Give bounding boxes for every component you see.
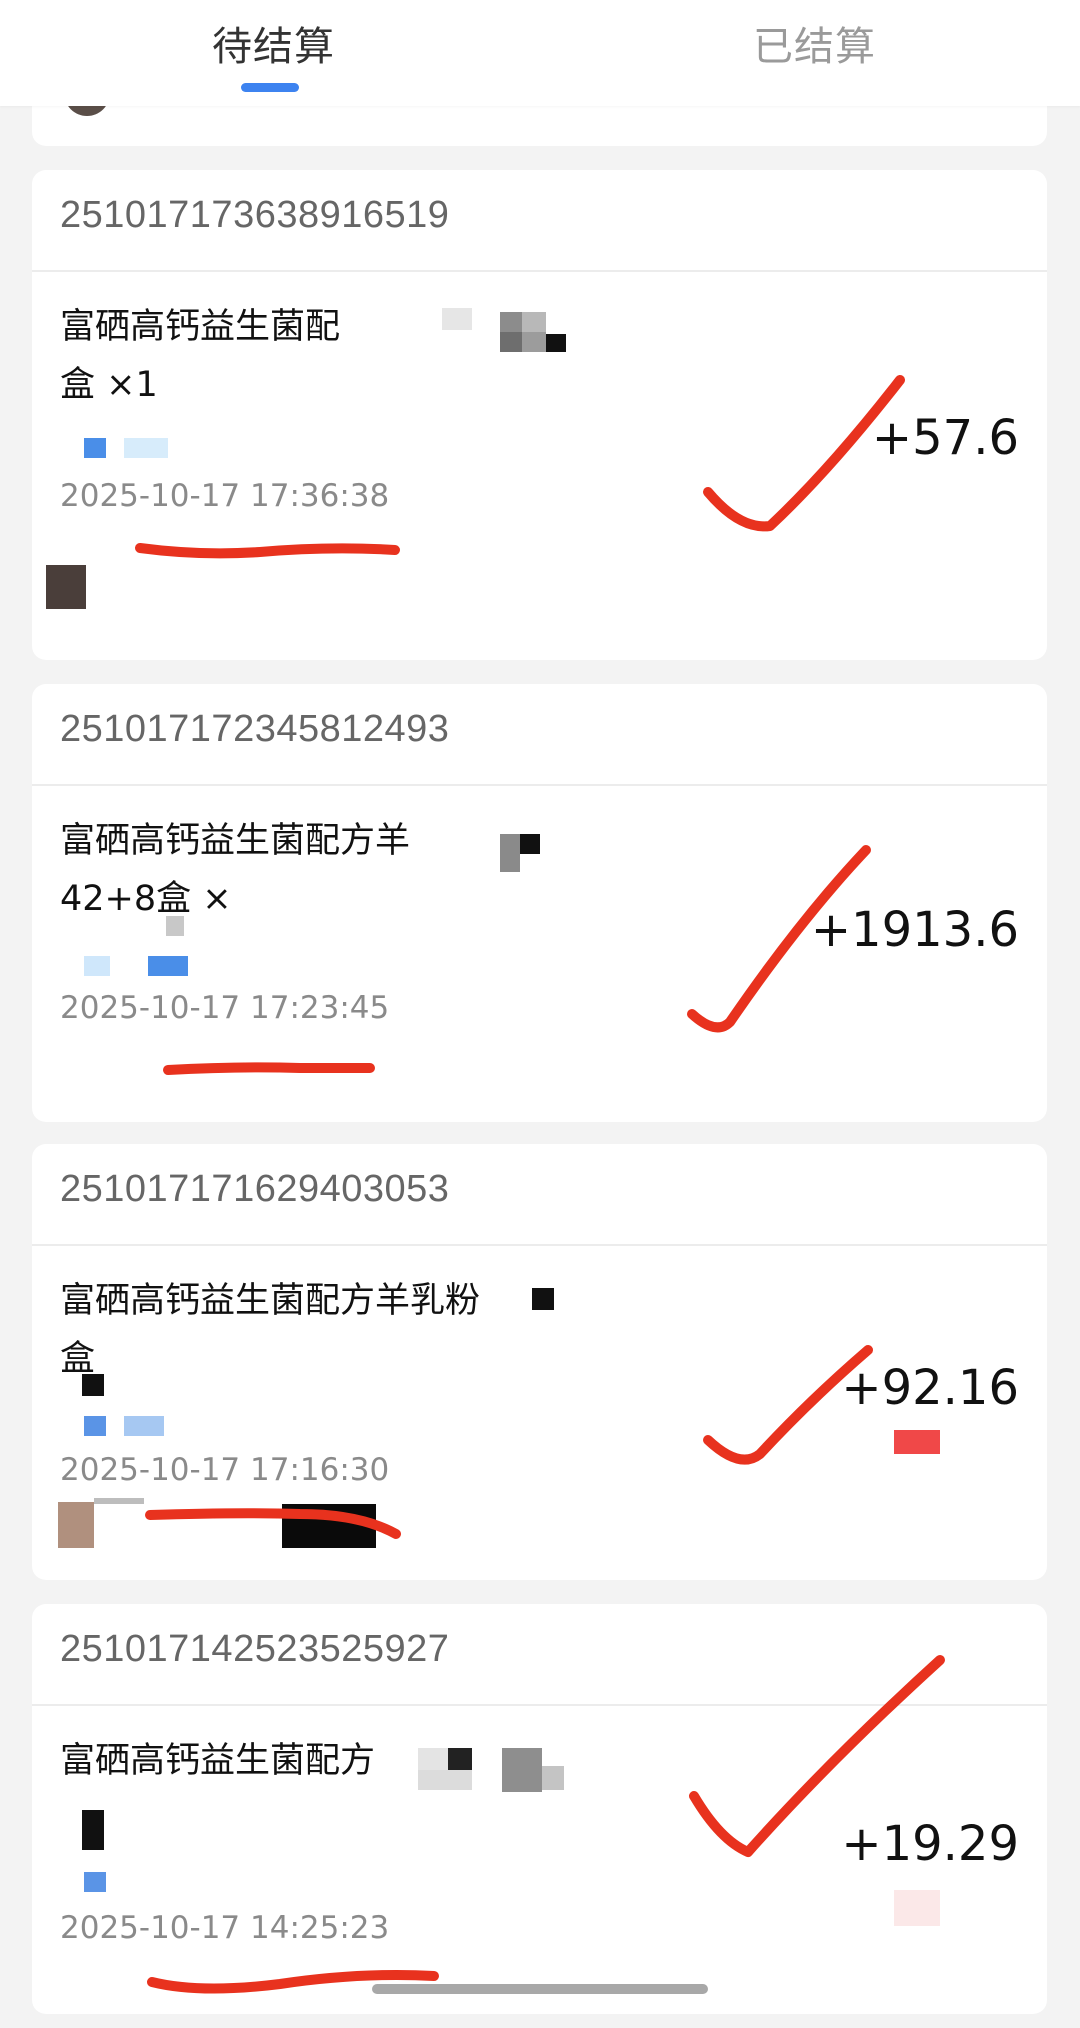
badge	[894, 1890, 940, 1926]
product-name-line1: 富硒高钙益生菌配方羊乳粉	[60, 1281, 481, 1321]
tag-icon	[84, 956, 110, 976]
redacted-block	[418, 1748, 448, 1770]
product-name-line2: 42+8盒 ×	[60, 879, 232, 919]
order-card[interactable]: 251017173638916519 富硒高钙益生菌配 盒 ×1 2025-10…	[32, 170, 1047, 660]
order-number: 251017172345812493	[60, 708, 450, 750]
product-name: 富硒高钙益生菌配方羊乳粉 盒	[60, 1272, 580, 1388]
commission-amount: +1913.6	[810, 902, 1019, 958]
product-name-line2: 盒 ×1	[60, 365, 158, 405]
order-number: 251017173638916519	[60, 194, 450, 236]
redacted-block	[542, 1766, 564, 1790]
redacted-block	[94, 1498, 144, 1504]
order-time: 2025-10-17 14:25:23	[60, 1910, 390, 1946]
redacted-block	[282, 1504, 376, 1548]
commission-amount: +19.29	[841, 1816, 1019, 1872]
redacted-block	[500, 332, 522, 352]
redacted-block	[166, 916, 184, 936]
redacted-block	[418, 1770, 472, 1790]
order-card[interactable]: 251017142523525927 富硒高钙益生菌配方 2025-10-17 …	[32, 1604, 1047, 2014]
redacted-block	[532, 1288, 554, 1310]
tag-icon	[148, 956, 188, 976]
product-name-line2: 盒	[60, 1339, 96, 1379]
tag-icon	[84, 1416, 106, 1436]
redacted-block	[546, 334, 566, 352]
order-card[interactable]: 251017171629403053 富硒高钙益生菌配方羊乳粉 盒 2025-1…	[32, 1144, 1047, 1580]
order-card[interactable]: 251017172345812493 富硒高钙益生菌配方羊 42+8盒 × 20…	[32, 684, 1047, 1122]
divider	[32, 1244, 1047, 1246]
redacted-block	[500, 834, 520, 872]
tag-icon	[84, 438, 106, 458]
redacted-block	[448, 1748, 472, 1770]
tag-icon	[84, 1872, 106, 1892]
commission-amount: +57.6	[871, 410, 1019, 466]
divider	[32, 270, 1047, 272]
order-time: 2025-10-17 17:16:30	[60, 1452, 390, 1488]
tab-pending-settlement[interactable]: 待结算	[212, 14, 335, 72]
avatar	[46, 565, 86, 609]
divider	[32, 784, 1047, 786]
tab-bar: 待结算 已结算	[0, 0, 1080, 106]
redacted-block	[442, 308, 472, 330]
avatar	[58, 1502, 94, 1548]
commission-amount: +92.16	[841, 1360, 1019, 1416]
order-time: 2025-10-17 17:36:38	[60, 478, 390, 514]
order-number: 251017171629403053	[60, 1168, 450, 1210]
redacted-block	[520, 834, 540, 854]
redacted-block	[522, 312, 546, 332]
redacted-block	[82, 1374, 104, 1396]
divider	[32, 1704, 1047, 1706]
active-tab-indicator	[241, 83, 299, 92]
tag-icon	[124, 438, 168, 458]
badge	[894, 1430, 940, 1454]
tab-settled[interactable]: 已结算	[753, 14, 876, 72]
home-indicator[interactable]	[372, 1984, 708, 1994]
redacted-block	[82, 1810, 104, 1850]
redacted-block	[502, 1748, 542, 1792]
redacted-block	[500, 312, 522, 332]
redacted-block	[522, 332, 546, 352]
order-time: 2025-10-17 17:23:45	[60, 990, 390, 1026]
tag-icon	[124, 1416, 164, 1436]
order-number: 251017142523525927	[60, 1628, 450, 1670]
